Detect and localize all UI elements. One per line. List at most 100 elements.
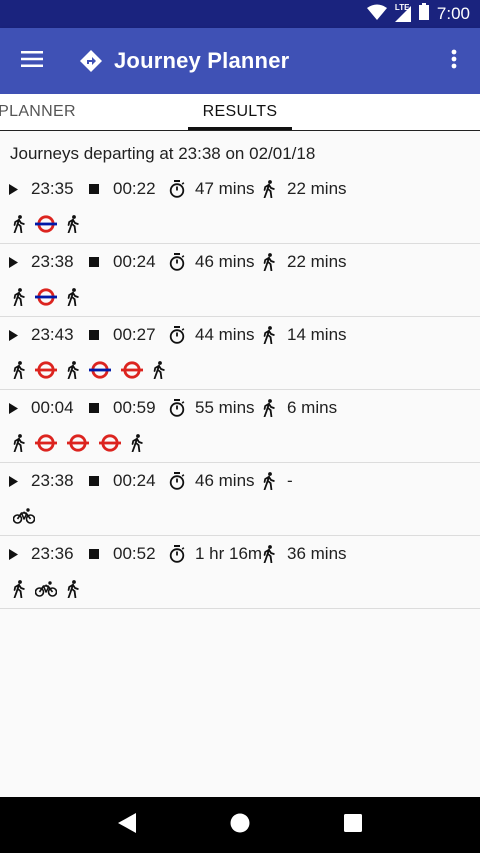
depart-play-icon xyxy=(9,402,23,414)
tab-planner[interactable]: PLANNER xyxy=(0,94,80,130)
recents-button[interactable] xyxy=(333,805,373,845)
page-title: Journey Planner xyxy=(114,48,290,73)
back-button[interactable] xyxy=(107,805,147,845)
journey-row[interactable]: 23:38 00:24 46 mins - xyxy=(0,463,480,536)
journey-modes xyxy=(13,503,35,529)
timer-icon xyxy=(169,253,190,271)
arrive-stop-icon xyxy=(89,330,104,340)
walking-time-field: - xyxy=(263,469,293,493)
walking-time: - xyxy=(287,471,293,490)
walk-icon xyxy=(67,358,79,382)
journey-modes xyxy=(13,284,79,310)
walking-time-field: 36 mins xyxy=(263,542,347,566)
walk-icon xyxy=(67,285,79,309)
departure-time: 23:38 xyxy=(31,471,74,490)
tube-roundel-icon xyxy=(35,358,57,382)
journey-summary: 00:04 00:59 55 mins 6 mins xyxy=(0,396,480,420)
journey-summary: 23:43 00:27 44 mins 14 mins xyxy=(0,323,480,347)
tube-roundel-icon xyxy=(99,431,121,455)
departure-time-field: 23:38 xyxy=(9,469,74,493)
departure-time: 23:43 xyxy=(31,325,74,344)
directions-icon xyxy=(78,48,104,74)
home-circle-icon xyxy=(230,813,250,838)
more-options-button[interactable] xyxy=(436,28,472,94)
walking-time: 36 mins xyxy=(287,544,347,563)
arrive-stop-icon xyxy=(89,184,104,194)
arrival-time: 00:24 xyxy=(113,471,156,490)
departing-heading: Journeys departing at 23:38 on 02/01/18 xyxy=(10,144,316,163)
departure-time: 23:38 xyxy=(31,252,74,271)
results-list: Journeys departing at 23:38 on 02/01/18 … xyxy=(0,131,480,797)
arrival-time-field: 00:24 xyxy=(89,469,156,493)
depart-play-icon xyxy=(9,329,23,341)
clock-time: 7:00 xyxy=(436,4,470,23)
depart-play-icon xyxy=(9,183,23,195)
walk-icon xyxy=(67,577,79,601)
more-vert-icon xyxy=(451,49,457,74)
timer-icon xyxy=(169,472,190,490)
departure-time-field: 23:43 xyxy=(9,323,74,347)
tube-roundel-icon xyxy=(121,358,143,382)
depart-play-icon xyxy=(9,548,23,560)
battery-icon xyxy=(418,3,429,25)
walking-time: 14 mins xyxy=(287,325,347,344)
menu-button[interactable] xyxy=(0,28,64,94)
walking-time-field: 22 mins xyxy=(263,250,347,274)
arrive-stop-icon xyxy=(89,549,104,559)
duration-field: 55 mins xyxy=(169,396,255,420)
walking-time-field: 6 mins xyxy=(263,396,337,420)
depart-play-icon xyxy=(9,475,23,487)
system-navigation-bar xyxy=(0,797,480,853)
hamburger-menu-icon xyxy=(21,50,43,72)
walk-icon xyxy=(13,431,25,455)
walk-icon xyxy=(263,253,280,271)
network-type: LTE xyxy=(394,3,410,12)
arrive-stop-icon xyxy=(89,476,104,486)
duration-field: 46 mins xyxy=(169,469,255,493)
walking-time: 22 mins xyxy=(287,179,347,198)
journey-row[interactable]: 00:04 00:59 55 mins 6 mins xyxy=(0,390,480,463)
journey-summary: 23:36 00:52 1 hr 16m 36 mins xyxy=(0,542,480,566)
arrive-stop-icon xyxy=(89,257,104,267)
walk-icon xyxy=(263,399,280,417)
arrival-time-field: 00:27 xyxy=(89,323,156,347)
timer-icon xyxy=(169,399,190,417)
arrival-time-field: 00:59 xyxy=(89,396,156,420)
departure-time: 23:35 xyxy=(31,179,74,198)
bicycle-icon xyxy=(13,504,35,528)
walk-icon xyxy=(153,358,165,382)
back-triangle-icon xyxy=(117,812,136,838)
walk-icon xyxy=(263,180,280,198)
journey-duration: 46 mins xyxy=(195,471,255,490)
walk-icon xyxy=(13,285,25,309)
departure-time-field: 23:38 xyxy=(9,250,74,274)
journey-modes xyxy=(13,357,165,383)
arrival-time-field: 00:22 xyxy=(89,177,156,201)
recents-square-icon xyxy=(344,813,363,837)
walking-time-field: 22 mins xyxy=(263,177,347,201)
tab-results[interactable]: RESULTS xyxy=(188,94,292,130)
departure-time: 23:36 xyxy=(31,544,74,563)
journey-row[interactable]: 23:43 00:27 44 mins 14 mins xyxy=(0,317,480,390)
tube-roundel-icon xyxy=(67,431,89,455)
departure-time: 00:04 xyxy=(31,398,74,417)
tube-roundel-icon xyxy=(89,358,111,382)
walk-icon xyxy=(13,358,25,382)
journey-duration: 55 mins xyxy=(195,398,255,417)
journey-row[interactable]: 23:36 00:52 1 hr 16m 36 mins xyxy=(0,536,480,609)
bicycle-icon xyxy=(35,577,57,601)
journey-duration: 1 hr 16m xyxy=(195,544,263,563)
journey-duration: 46 mins xyxy=(195,252,255,271)
home-button[interactable] xyxy=(220,805,260,845)
arrival-time: 00:52 xyxy=(113,544,156,563)
arrival-time-field: 00:24 xyxy=(89,250,156,274)
journey-row[interactable]: 23:38 00:24 46 mins 22 mins xyxy=(0,244,480,317)
duration-field: 46 mins xyxy=(169,250,255,274)
walking-time-field: 14 mins xyxy=(263,323,347,347)
walk-icon xyxy=(13,577,25,601)
app-bar: Journey Planner xyxy=(0,28,480,94)
walk-icon xyxy=(131,431,143,455)
journey-row[interactable]: 23:35 00:22 47 mins 22 mins xyxy=(0,171,480,244)
journey-summary: 23:35 00:22 47 mins 22 mins xyxy=(0,177,480,201)
tube-roundel-icon xyxy=(35,212,57,236)
